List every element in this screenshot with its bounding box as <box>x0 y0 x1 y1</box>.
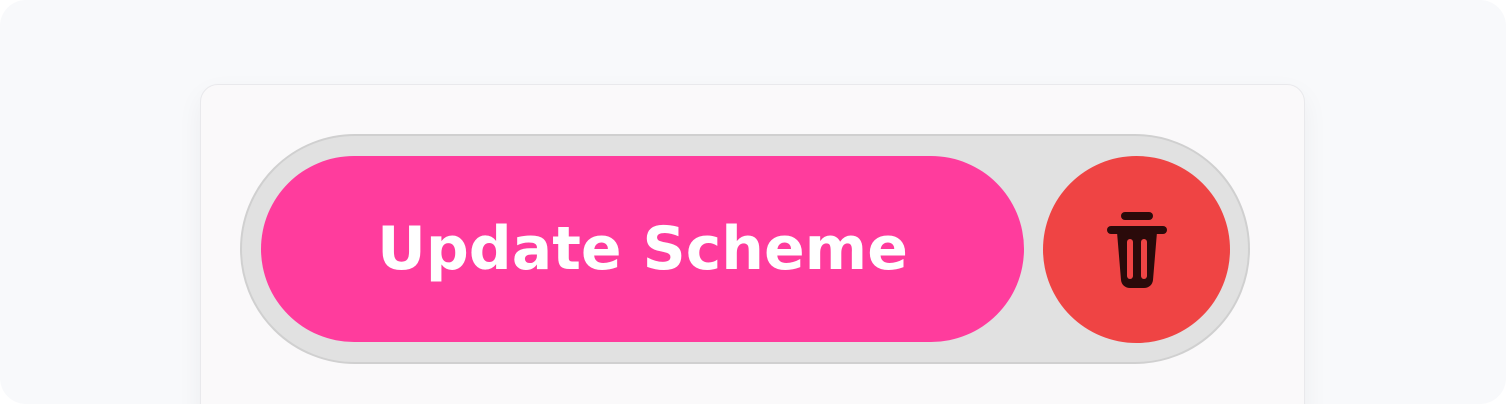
page-frame: Update Scheme <box>0 0 1506 404</box>
delete-scheme-button[interactable] <box>1043 156 1230 343</box>
update-scheme-button[interactable]: Update Scheme <box>261 156 1024 342</box>
trash-icon <box>1106 211 1167 288</box>
